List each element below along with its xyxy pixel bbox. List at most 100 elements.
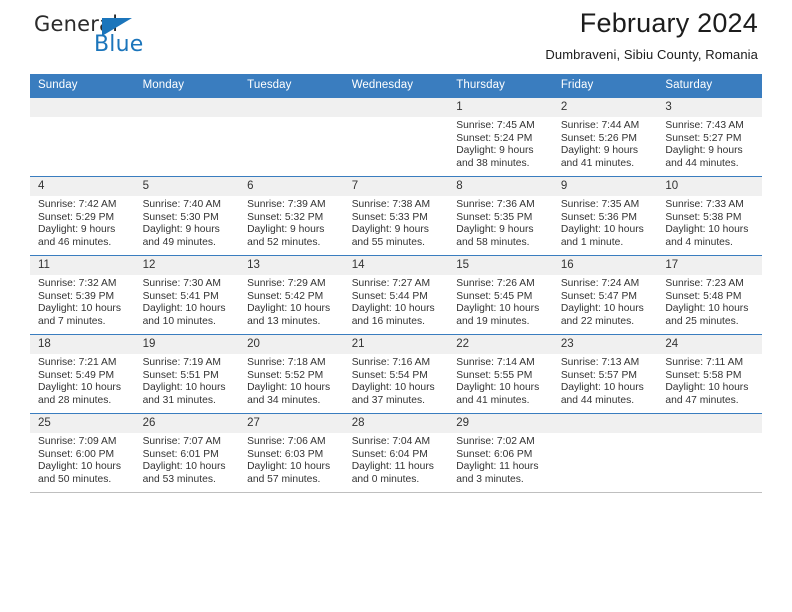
calendar-day-cell[interactable]: 17 Sunrise: 7:23 AM Sunset: 5:48 PM Dayligh… [657,255,762,335]
calendar-day-cell[interactable]: 22 Sunrise: 7:14 AM Sunset: 5:55 PM Dayligh… [448,334,553,414]
calendar-grid: Sunday Monday Tuesday Wednesday Thursday… [30,74,762,492]
calendar-day-cell[interactable]: 6 Sunrise: 7:39 AM Sunset: 5:32 PM Daylight… [239,176,344,256]
calendar-day-cell[interactable]: 15 Sunrise: 7:26 AM Sunset: 5:45 PM Dayligh… [448,255,553,335]
calendar-day-cell[interactable]: 13 Sunrise: 7:29 AM Sunset: 5:42 PM Dayligh… [239,255,344,335]
weekday-header-thursday: Thursday [448,74,553,98]
sunset-text: Sunset: 5:57 PM [560,369,637,381]
calendar-day-cell[interactable]: 21 Sunrise: 7:16 AM Sunset: 5:54 PM Dayligh… [343,334,449,414]
sunrise-text: Sunrise: 7:39 AM [247,199,326,210]
daylight-text-line1: Daylight: 10 hours [665,224,749,236]
day-number: 7 [343,177,449,196]
daylight-text-line1: Daylight: 10 hours [142,461,226,473]
calendar-day-cell[interactable]: 1 Sunrise: 7:45 AM Sunset: 5:24 PM Daylight… [448,97,553,177]
calendar-day-cell[interactable]: 7 Sunrise: 7:38 AM Sunset: 5:33 PM Daylight… [343,176,449,256]
day-details: Sunrise: 7:30 AM Sunset: 5:41 PM Daylight:… [135,275,240,328]
calendar-day-cell[interactable]: 8 Sunrise: 7:36 AM Sunset: 5:35 PM Daylight… [448,176,553,256]
calendar-day-cell[interactable]: 2 Sunrise: 7:44 AM Sunset: 5:26 PM Daylight… [552,97,658,177]
calendar-day-cell[interactable]: 11 Sunrise: 7:32 AM Sunset: 5:39 PM Dayligh… [30,255,135,335]
weekday-header-saturday: Saturday [657,74,762,98]
sunset-text: Sunset: 5:30 PM [142,211,219,223]
day-number: 27 [239,414,344,433]
daylight-text-line1: Daylight: 10 hours [456,382,540,394]
general-blue-logo[interactable]: General Blue [34,12,254,60]
sunrise-text: Sunrise: 7:09 AM [38,436,117,447]
calendar-empty-cell [657,413,762,492]
day-details: Sunrise: 7:18 AM Sunset: 5:52 PM Daylight:… [239,354,344,407]
sunset-text: Sunset: 6:06 PM [456,448,533,460]
daylight-text-line2: and 52 minutes. [247,236,321,248]
daylight-text-line1: Daylight: 9 hours [247,224,325,236]
sunrise-text: Sunrise: 7:19 AM [142,357,221,368]
day-number: 15 [448,256,553,275]
sunrise-text: Sunrise: 7:42 AM [38,199,117,210]
calendar-day-cell[interactable]: 20 Sunrise: 7:18 AM Sunset: 5:52 PM Dayligh… [239,334,344,414]
day-number: 28 [343,414,449,433]
calendar-day-cell[interactable]: 5 Sunrise: 7:40 AM Sunset: 5:30 PM Daylight… [134,176,240,256]
daylight-text-line1: Daylight: 9 hours [142,224,220,236]
sunset-text: Sunset: 6:01 PM [142,448,219,460]
sunrise-text: Sunrise: 7:30 AM [142,278,221,289]
sunrise-text: Sunrise: 7:33 AM [665,199,744,210]
day-details: Sunrise: 7:40 AM Sunset: 5:30 PM Daylight:… [135,196,240,249]
calendar-day-cell[interactable]: 16 Sunrise: 7:24 AM Sunset: 5:47 PM Dayligh… [552,255,658,335]
calendar-week-row: 18 Sunrise: 7:21 AM Sunset: 5:49 PM Dayligh… [30,334,762,414]
calendar-day-cell[interactable]: 9 Sunrise: 7:35 AM Sunset: 5:36 PM Daylight… [552,176,658,256]
day-number: 11 [30,256,135,275]
calendar-day-cell[interactable]: 14 Sunrise: 7:27 AM Sunset: 5:44 PM Dayligh… [343,255,449,335]
bottom-divider [30,492,762,493]
daylight-text-line1: Daylight: 9 hours [560,145,639,157]
calendar-body: 1 Sunrise: 7:45 AM Sunset: 5:24 PM Daylight… [30,97,762,492]
day-number: 22 [448,335,553,354]
calendar-day-cell[interactable]: 25 Sunrise: 7:09 AM Sunset: 6:00 PM Dayligh… [30,413,135,492]
daylight-text-line1: Daylight: 9 hours [38,224,116,236]
daylight-text-line1: Daylight: 10 hours [38,303,121,315]
day-number: 8 [448,177,553,196]
day-details: Sunrise: 7:43 AM Sunset: 5:27 PM Daylight:… [657,117,762,170]
calendar-day-cell[interactable]: 19 Sunrise: 7:19 AM Sunset: 5:51 PM Dayligh… [134,334,240,414]
daylight-text-line1: Daylight: 10 hours [560,224,644,236]
calendar-day-cell[interactable]: 3 Sunrise: 7:43 AM Sunset: 5:27 PM Daylight… [657,97,762,177]
calendar-day-cell[interactable]: 18 Sunrise: 7:21 AM Sunset: 5:49 PM Dayligh… [30,334,135,414]
day-number [239,98,344,117]
daylight-text-line1: Daylight: 10 hours [665,303,749,315]
weekday-header-monday: Monday [134,74,240,98]
calendar-day-cell[interactable]: 24 Sunrise: 7:11 AM Sunset: 5:58 PM Dayligh… [657,334,762,414]
sunset-text: Sunset: 5:45 PM [456,290,533,302]
calendar-day-cell[interactable]: 12 Sunrise: 7:30 AM Sunset: 5:41 PM Dayligh… [134,255,240,335]
calendar-day-cell[interactable]: 4 Sunrise: 7:42 AM Sunset: 5:29 PM Daylight… [30,176,135,256]
day-number: 26 [134,414,240,433]
day-details: Sunrise: 7:26 AM Sunset: 5:45 PM Daylight:… [448,275,553,328]
day-number: 10 [657,177,762,196]
daylight-text-line2: and 34 minutes. [247,394,321,406]
day-details: Sunrise: 7:04 AM Sunset: 6:04 PM Daylight:… [344,433,449,486]
calendar-day-cell[interactable]: 29 Sunrise: 7:02 AM Sunset: 6:06 PM Dayligh… [448,413,553,492]
day-number: 1 [448,98,553,117]
day-details: Sunrise: 7:44 AM Sunset: 5:26 PM Daylight:… [553,117,658,170]
daylight-text-line2: and 10 minutes. [142,315,216,327]
calendar-day-cell[interactable]: 28 Sunrise: 7:04 AM Sunset: 6:04 PM Dayligh… [343,413,449,492]
sunset-text: Sunset: 5:26 PM [560,132,637,144]
day-number [657,414,762,433]
calendar-day-cell[interactable]: 26 Sunrise: 7:07 AM Sunset: 6:01 PM Dayligh… [134,413,240,492]
daylight-text-line1: Daylight: 10 hours [247,303,331,315]
sunrise-text: Sunrise: 7:32 AM [38,278,117,289]
day-details: Sunrise: 7:24 AM Sunset: 5:47 PM Daylight:… [553,275,658,328]
sunset-text: Sunset: 5:41 PM [142,290,219,302]
day-details: Sunrise: 7:38 AM Sunset: 5:33 PM Daylight:… [344,196,449,249]
sunrise-text: Sunrise: 7:40 AM [142,199,221,210]
sunrise-text: Sunrise: 7:26 AM [456,278,535,289]
sunset-text: Sunset: 6:00 PM [38,448,115,460]
page-header: General Blue February 2024 Dumbraveni, S… [30,0,762,74]
calendar-day-cell[interactable]: 27 Sunrise: 7:06 AM Sunset: 6:03 PM Dayligh… [239,413,344,492]
daylight-text-line2: and 1 minute. [560,236,624,248]
daylight-text-line2: and 49 minutes. [142,236,216,248]
sunrise-text: Sunrise: 7:44 AM [560,120,640,131]
day-number: 20 [239,335,344,354]
day-details: Sunrise: 7:11 AM Sunset: 5:58 PM Daylight:… [657,354,762,407]
calendar-page: General Blue February 2024 Dumbraveni, S… [0,0,792,612]
calendar-day-cell[interactable]: 10 Sunrise: 7:33 AM Sunset: 5:38 PM Dayligh… [657,176,762,256]
calendar-day-cell[interactable]: 23 Sunrise: 7:13 AM Sunset: 5:57 PM Dayligh… [552,334,658,414]
daylight-text-line2: and 22 minutes. [560,315,635,327]
day-number [343,98,449,117]
day-number: 12 [134,256,240,275]
